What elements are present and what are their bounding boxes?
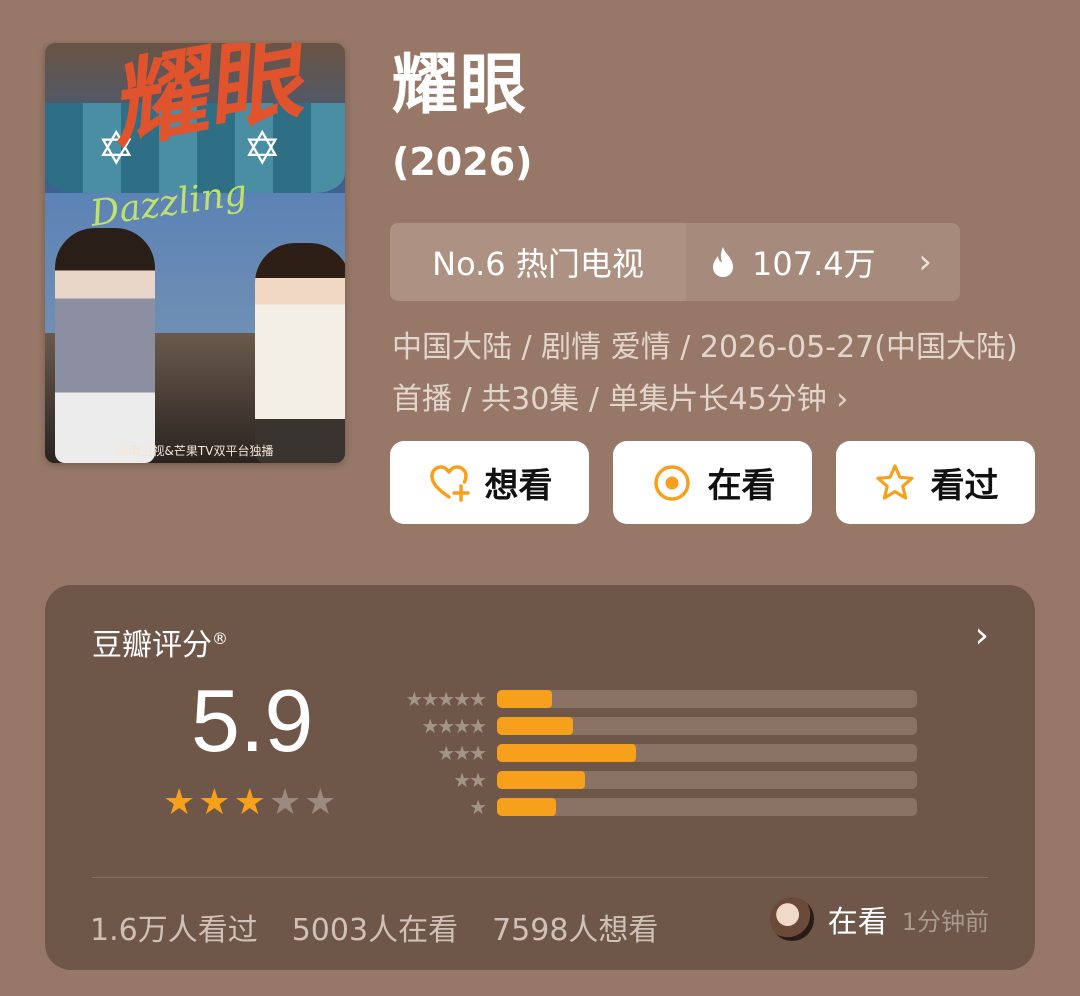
poster-image[interactable]: ✡ ✡ 耀眼 Dazzling 湖南卫视&芒果TV双平台独播 [45,43,345,463]
want-to-watch-button[interactable]: 想看 [390,441,589,524]
watching-label: 在看 [707,466,776,506]
heat-section: 107.4万 › [686,223,960,301]
rating-card[interactable]: 豆瓣评分® › 5.9 ★ ★ ★ ★ ★ ★★★★★ ★★★★ ★★★ ★★ ★ 1.6万人看… [45,585,1035,970]
want-to-watch-label: 想看 [484,466,553,506]
watched-count: 1.6万人看过 [90,913,258,948]
recent-activity[interactable]: 在看 1分钟前 [769,897,989,941]
rating-bar-row: ★★★★★ [375,685,975,712]
show-title: 耀眼 [392,46,528,123]
poster-footer-text: 湖南卫视&芒果TV双平台独播 [116,444,274,458]
heat-value: 107.4万 [752,245,876,283]
rank-label: No.6 热门电视 [390,223,686,301]
bar-stars-icon: ★ [469,794,487,819]
rating-bar-track [497,689,917,708]
star-outline-icon [875,463,914,500]
show-meta-info[interactable]: 中国大陆 / 剧情 爱情 / 2026-05-27(中国大陆)首播 / 共30集… [392,322,1032,426]
rating-bar-row: ★★★★ [375,712,975,739]
recent-status: 在看 [827,905,888,940]
poster-figure-male [255,243,345,463]
avatar [769,897,814,941]
rating-divider [92,877,988,878]
heart-plus-icon [429,464,470,502]
rating-bar-track [497,770,917,789]
flame-icon [713,247,733,277]
show-year: (2026) [392,140,533,184]
rating-bar-row: ★ [375,793,975,820]
bar-stars-icon: ★★★★ [421,713,487,738]
watch-stats: 1.6万人看过 5003人在看 7598人想看 [90,905,658,949]
registered-mark: ® [212,629,228,648]
rating-title-text: 豆瓣评分 [92,628,212,663]
star-empty-icon: ★ [304,782,337,823]
rating-score: 5.9 [191,671,314,770]
ranking-chevron-icon: › [918,242,932,282]
rating-bar-row: ★★ [375,766,975,793]
target-circle-icon [653,464,690,501]
star-filled-icon: ★ [163,782,196,823]
rating-bar-fill [497,797,556,816]
poster-figure-female [55,228,155,463]
rating-bar-track [497,743,917,762]
rating-bar-track [497,716,917,735]
rating-bar-fill [497,770,586,789]
rating-distribution: ★★★★★ ★★★★ ★★★ ★★ ★ [375,685,975,820]
watching-count: 5003人在看 [291,913,459,948]
score-stars: ★ ★ ★ ★ ★ [163,785,336,821]
rating-title: 豆瓣评分® [92,620,228,664]
rating-bar-fill [497,716,573,735]
watching-button[interactable]: 在看 [613,441,812,524]
rating-bar-row: ★★★ [375,739,975,766]
ranking-pill[interactable]: No.6 热门电视 107.4万 › [390,223,960,301]
recent-time: 1分钟前 [901,907,989,936]
rating-bar-track [497,797,917,816]
bar-stars-icon: ★★ [453,767,487,792]
bar-stars-icon: ★★★★★ [405,686,487,711]
bar-stars-icon: ★★★ [437,740,487,765]
rating-bar-fill [497,743,636,762]
watched-button[interactable]: 看过 [836,441,1035,524]
star-empty-icon: ★ [268,782,302,823]
rating-chevron-icon[interactable]: › [975,615,989,656]
star-filled-icon: ★ [198,782,231,823]
watched-label: 看过 [930,466,999,506]
want-count: 7598人想看 [492,913,659,948]
rating-bar-fill [497,689,552,708]
star-filled-icon: ★ [233,782,266,823]
